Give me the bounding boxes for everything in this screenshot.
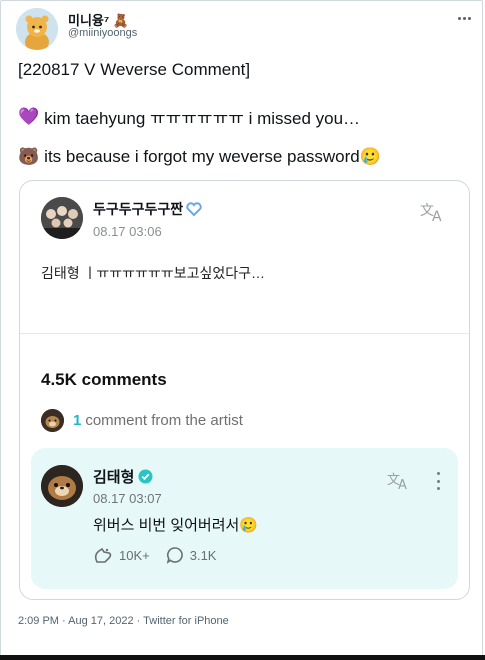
reply-bubble-icon (166, 547, 183, 564)
purple-heart-icon: 💜 (18, 106, 40, 126)
verified-badge-icon (138, 469, 153, 484)
tweet-author-avatar[interactable] (16, 8, 58, 50)
bottom-edge (0, 655, 485, 660)
like-count: 10K+ (119, 547, 150, 563)
post-date: 08.17 03:06 (93, 224, 162, 239)
artist-name[interactable]: 김태형 (93, 466, 153, 487)
tweet-text-line-2: 💜 kim taehyung ㅠㅠㅠㅠㅠㅠ i missed you… (18, 104, 360, 129)
reply-count: 3.1K (189, 547, 217, 563)
reply-button[interactable]: 3.1K (166, 546, 217, 564)
comments-count-title[interactable]: 4.5K comments (41, 370, 167, 390)
weverse-heart-badge-icon (186, 202, 202, 216)
translate-icon[interactable]: 文 A (420, 201, 447, 228)
tweet-text-line-3: 🐻 its because i forgot my weverse passwo… (18, 147, 381, 167)
tweet-author-handle[interactable]: @miiniyoongs (68, 27, 137, 39)
comment-actions: 10K+ 3.1K (93, 546, 232, 564)
artist-avatar[interactable] (41, 465, 83, 507)
artist-comment-link[interactable]: 1 comment from the artist (41, 409, 243, 432)
post-body: 김태형 ㅣㅠㅠㅠㅠㅠㅠ보고싶었다구… (41, 265, 265, 281)
post-author-name: 두구두구두구짠 (93, 199, 202, 219)
like-icon (94, 547, 112, 563)
card-divider (20, 333, 469, 334)
svg-text:A: A (398, 478, 407, 491)
post-author-avatar (41, 197, 83, 239)
tweet-line-text: its because i forgot my weverse password… (44, 147, 381, 166)
artist-comment-date: 08.17 03:07 (93, 491, 162, 506)
tweet-text-line-1: [220817 V Weverse Comment] (18, 60, 250, 80)
artist-name-label: 김태형 (93, 469, 135, 486)
tweet-line-text: [220817 V Weverse Comment] (18, 60, 251, 79)
translate-icon[interactable]: 文 A (387, 471, 412, 496)
artist-comment-count: 1 (73, 412, 82, 429)
bear-icon: 🐻 (18, 147, 40, 166)
svg-text:A: A (432, 209, 442, 223)
tweet-line-text: kim taehyung ㅠㅠㅠㅠㅠㅠ i missed you… (44, 109, 361, 128)
more-vertical-icon[interactable] (434, 472, 442, 490)
like-button[interactable]: 10K+ (93, 546, 150, 564)
artist-comment-body: 위버스 비번 잊어버려서🥲 (93, 517, 259, 534)
post-author-label: 두구두구두구짠 (93, 201, 184, 217)
tweet-timestamp[interactable]: 2:09 PM · Aug 17, 2022 · Twitter for iPh… (18, 615, 229, 627)
artist-mini-avatar (41, 409, 64, 432)
artist-comment-text: comment from the artist (85, 412, 243, 429)
more-horizontal-icon[interactable] (452, 8, 476, 28)
